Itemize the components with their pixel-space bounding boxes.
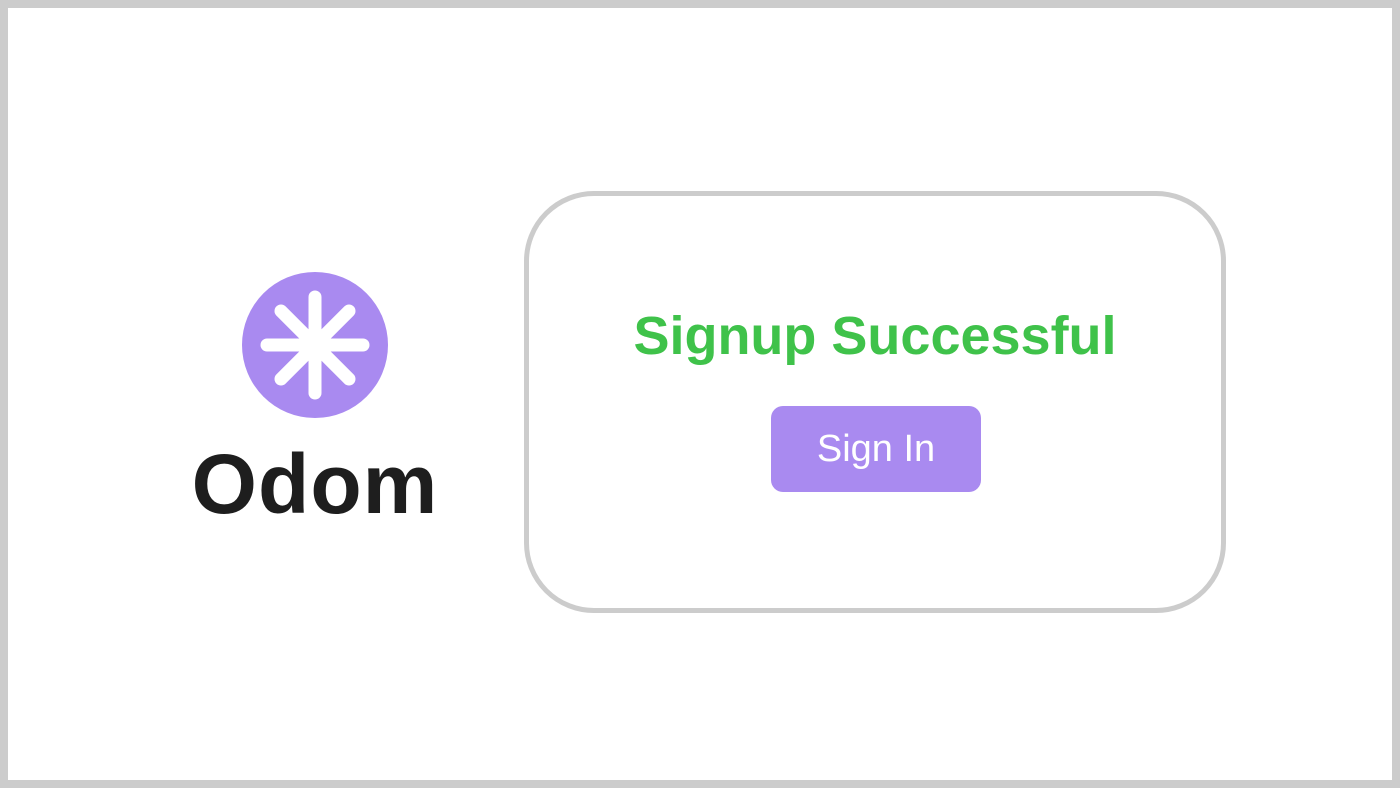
asterisk-icon [242,272,388,418]
signup-success-card: Signup Successful Sign In [524,191,1226,613]
logo-glyph [260,290,370,400]
sign-in-button[interactable]: Sign In [771,406,981,492]
page-frame: Odom Signup Successful Sign In [0,0,1400,788]
brand-block: Odom [188,272,442,532]
brand-name: Odom [191,437,439,531]
success-title: Signup Successful [633,306,1117,366]
